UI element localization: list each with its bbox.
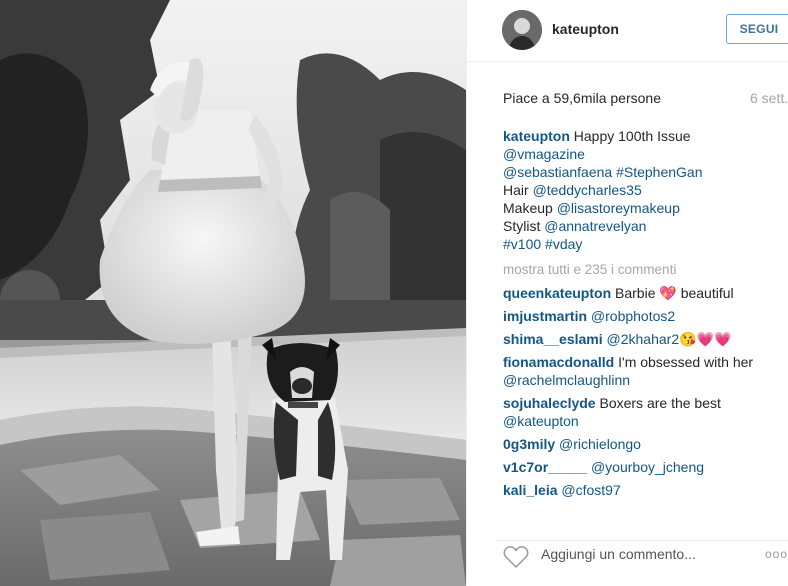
post-photo[interactable] — [0, 0, 466, 586]
caption-first-line: kateupton Happy 100th Issue — [503, 127, 773, 145]
caption-line: Hair @teddycharles35 — [503, 181, 773, 199]
caption-tag-link[interactable]: #StephenGan — [616, 164, 702, 180]
follow-button[interactable]: Segui — [726, 14, 788, 44]
caption-author[interactable]: kateupton — [503, 128, 570, 144]
comment-author[interactable]: kali_leia — [503, 482, 558, 498]
likes-count[interactable]: Piace a 59,6mila persone — [503, 90, 788, 106]
caption-line: #v100 #vday — [503, 235, 773, 253]
comment-list: queenkateupton Barbie 💖 beautiful imjustm… — [503, 284, 773, 499]
comment-item: v1c7or_____ @yourboy_jcheng — [503, 458, 773, 476]
heart-icon[interactable] — [503, 545, 529, 569]
comment-mention-link[interactable]: @kateupton — [503, 413, 579, 429]
comment-author[interactable]: fionamacdonalld — [503, 354, 614, 370]
caption-body: @vmagazine @sebastianfaena #StephenGan Hai… — [503, 145, 773, 253]
comment-text: Barbie 💖 beautiful — [615, 285, 734, 301]
caption-text-segment: Hair — [503, 182, 533, 198]
comment-item: 0g3mily @richielongo — [503, 435, 773, 453]
photo-image — [0, 0, 466, 586]
caption-line: @vmagazine — [503, 145, 773, 163]
show-all-comments-link[interactable]: mostra tutti e 235 i commenti — [503, 261, 773, 279]
caption-tag-link[interactable]: @annatrevelyan — [544, 218, 646, 234]
comments-section: kateupton Happy 100th Issue @vmagazine @s… — [503, 127, 773, 499]
add-comment-input[interactable] — [541, 546, 741, 562]
caption-line: @sebastianfaena #StephenGan — [503, 163, 773, 181]
comment-mention-link[interactable]: @richielongo — [559, 436, 641, 452]
comment-author[interactable]: v1c7or_____ — [503, 459, 587, 475]
caption-tag-link[interactable]: @lisastoreymakeup — [557, 200, 680, 216]
caption-tag-link[interactable]: @teddycharles35 — [533, 182, 642, 198]
comment-item: kali_leia @cfost97 — [503, 481, 773, 499]
post-username[interactable]: kateupton — [552, 21, 619, 37]
comment-author[interactable]: shima__eslami — [503, 331, 603, 347]
likes-text[interactable]: Piace a 59,6mila persone — [503, 90, 661, 106]
post-header: kateupton Segui — [467, 0, 788, 62]
comment-author[interactable]: sojuhaleclyde — [503, 395, 596, 411]
comment-item: fionamacdonalld I'm obsessed with her @r… — [503, 353, 773, 389]
caption-tag-link[interactable]: #vday — [545, 236, 582, 252]
caption-tag-link[interactable]: @vmagazine — [503, 146, 585, 162]
caption-line: Stylist @annatrevelyan — [503, 217, 773, 235]
profile-avatar[interactable] — [502, 10, 542, 50]
comment-item: queenkateupton Barbie 💖 beautiful — [503, 284, 773, 302]
post-timestamp[interactable]: 6 sett. — [750, 90, 788, 106]
caption-text-segment: Makeup — [503, 200, 557, 216]
comment-mention-link[interactable]: @robphotos2 — [591, 308, 675, 324]
comment-text: I'm obsessed with her — [618, 354, 754, 370]
caption-tag-link[interactable]: #v100 — [503, 236, 541, 252]
caption-tag-link[interactable]: @sebastianfaena — [503, 164, 612, 180]
comment-mention-link[interactable]: @rachelmclaughlinn — [503, 372, 630, 388]
comment-item: imjustmartin @robphotos2 — [503, 307, 773, 325]
caption-line: Makeup @lisastoreymakeup — [503, 199, 773, 217]
comment-mention-link[interactable]: @yourboy_jcheng — [591, 459, 704, 475]
caption-text-segment: Stylist — [503, 218, 545, 234]
caption-text: Happy 100th Issue — [573, 128, 691, 144]
comment-author[interactable]: queenkateupton — [503, 285, 611, 301]
more-options-icon[interactable]: ooo — [765, 547, 788, 561]
comment-text: Boxers are the best — [599, 395, 721, 411]
comment-item: shima__eslami @2khahar2😘💗💗 — [503, 330, 773, 348]
comment-author[interactable]: imjustmartin — [503, 308, 587, 324]
comment-bar: ooo — [497, 540, 788, 581]
comment-mention-link[interactable]: @cfost97 — [561, 482, 620, 498]
comment-item: sojuhaleclyde Boxers are the best @kateu… — [503, 394, 773, 430]
comment-mention-link[interactable]: @2khahar2😘💗💗 — [607, 331, 732, 347]
post-sidebar: kateupton Segui Piace a 59,6mila persone… — [466, 0, 788, 586]
comment-author[interactable]: 0g3mily — [503, 436, 555, 452]
